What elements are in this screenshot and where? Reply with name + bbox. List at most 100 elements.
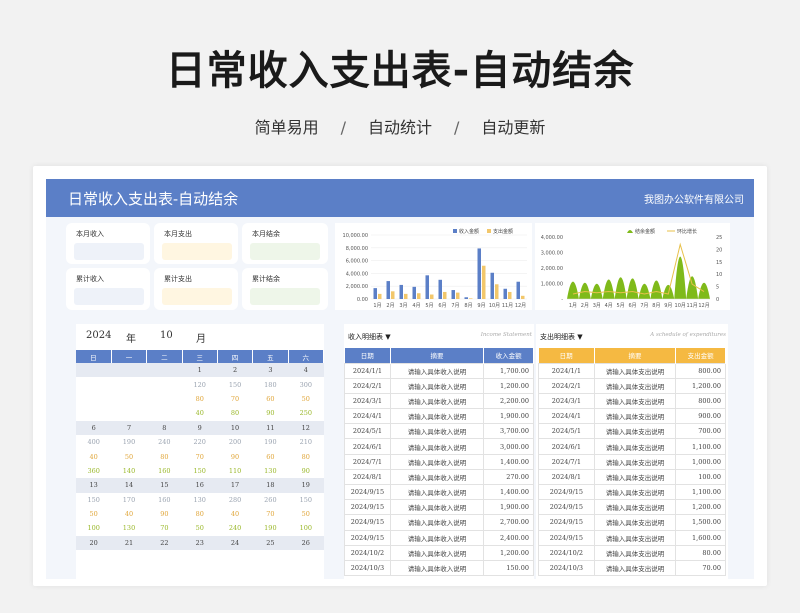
amount-cell[interactable]: 150.00 <box>483 559 534 577</box>
date-cell[interactable]: 2024/9/15 <box>538 529 595 546</box>
date-cell[interactable]: 2024/7/1 <box>344 453 391 470</box>
amount-cell[interactable]: 800.00 <box>675 362 726 379</box>
summary-cell[interactable]: 请输入具体收入说明 <box>389 559 485 577</box>
table-row[interactable]: 2024/8/1 请输入具体收入说明 270.00 <box>344 468 534 486</box>
table-row[interactable]: 2024/6/1 请输入具体收入说明 3,000.00 <box>344 438 534 455</box>
date-cell[interactable]: 2024/7/1 <box>538 453 595 470</box>
table-row[interactable]: 2024/4/1 请输入具体收入说明 1,900.00 <box>344 408 534 425</box>
summary-cell[interactable]: 请输入具体支出说明 <box>593 529 677 546</box>
date-cell[interactable]: 2024/10/2 <box>538 544 595 561</box>
summary-cell[interactable]: 请输入具体收入说明 <box>389 499 485 516</box>
table-row[interactable]: 2024/10/3 请输入具体支出说明 70.00 <box>538 559 726 577</box>
table-row[interactable]: 2024/9/15 请输入具体收入说明 1,900.00 <box>344 499 534 516</box>
calendar-day-cell[interactable]: 12 <box>288 420 324 435</box>
summary-cell[interactable]: 请输入具体收入说明 <box>389 438 485 455</box>
table-row[interactable]: 2024/5/1 请输入具体收入说明 3,700.00 <box>344 423 534 440</box>
date-cell[interactable]: 2024/5/1 <box>538 423 595 440</box>
amount-cell[interactable]: 2,400.00 <box>483 529 534 546</box>
summary-cell[interactable]: 请输入具体收入说明 <box>389 483 485 501</box>
calendar-day-cell[interactable]: 19 <box>288 478 324 493</box>
table-row[interactable]: 2024/10/3 请输入具体收入说明 150.00 <box>344 559 534 577</box>
calendar-day-cell[interactable]: 6 <box>76 420 112 435</box>
calendar-year[interactable]: 2024 <box>86 330 111 341</box>
date-cell[interactable]: 2024/8/1 <box>344 468 391 486</box>
summary-cell[interactable]: 请输入具体支出说明 <box>593 362 677 379</box>
table-row[interactable]: 2024/5/1 请输入具体支出说明 700.00 <box>538 423 726 440</box>
table-row[interactable]: 2024/6/1 请输入具体支出说明 1,100.00 <box>538 438 726 455</box>
date-cell[interactable]: 2024/8/1 <box>538 468 595 486</box>
card-month-expense[interactable]: 本月支出 <box>154 223 238 264</box>
calendar-day-cell[interactable] <box>146 363 183 378</box>
calendar-day-cell[interactable]: 17 <box>217 478 253 493</box>
summary-cell[interactable]: 请输入具体收入说明 <box>389 453 485 470</box>
table-row[interactable]: 2024/7/1 请输入具体支出说明 1,000.00 <box>538 453 726 470</box>
calendar-day-cell[interactable]: 2 <box>217 363 253 378</box>
summary-cell[interactable]: 请输入具体收入说明 <box>389 408 485 425</box>
table-row[interactable]: 2024/9/15 请输入具体支出说明 1,500.00 <box>538 514 726 531</box>
calendar-day-cell[interactable]: 15 <box>146 478 183 493</box>
date-cell[interactable]: 2024/9/15 <box>538 483 595 501</box>
summary-cell[interactable]: 请输入具体支出说明 <box>593 514 677 531</box>
card-total-expense[interactable]: 累计支出 <box>154 268 238 310</box>
table-row[interactable]: 2024/3/1 请输入具体收入说明 2,200.00 <box>344 392 534 410</box>
calendar-day-cell[interactable]: 22 <box>146 535 183 551</box>
amount-cell[interactable]: 1,200.00 <box>675 377 726 394</box>
date-cell[interactable]: 2024/10/2 <box>344 544 391 561</box>
amount-cell[interactable]: 700.00 <box>675 423 726 440</box>
calendar-day-cell[interactable]: 9 <box>182 420 218 435</box>
amount-cell[interactable]: 1,100.00 <box>675 438 726 455</box>
calendar-day-cell[interactable]: 13 <box>76 478 112 493</box>
summary-cell[interactable]: 请输入具体收入说明 <box>389 392 485 410</box>
table-row[interactable]: 2024/4/1 请输入具体支出说明 900.00 <box>538 408 726 425</box>
amount-cell[interactable]: 1,000.00 <box>675 453 726 470</box>
amount-cell[interactable]: 1,500.00 <box>675 514 726 531</box>
amount-cell[interactable]: 1,200.00 <box>675 499 726 516</box>
table-row[interactable]: 2024/9/15 请输入具体收入说明 1,400.00 <box>344 483 534 501</box>
calendar-day-cell[interactable]: 25 <box>252 535 289 551</box>
summary-cell[interactable]: 请输入具体支出说明 <box>593 423 677 440</box>
calendar-day-cell[interactable]: 26 <box>288 535 324 551</box>
column-header[interactable]: 摘要 <box>390 348 485 363</box>
table-row[interactable]: 2024/9/15 请输入具体支出说明 1,100.00 <box>538 483 726 501</box>
summary-cell[interactable]: 请输入具体收入说明 <box>389 544 485 561</box>
amount-cell[interactable]: 1,900.00 <box>483 499 534 516</box>
date-cell[interactable]: 2024/2/1 <box>344 377 391 394</box>
table-row[interactable]: 2024/9/15 请输入具体支出说明 1,200.00 <box>538 499 726 516</box>
calendar-day-cell[interactable]: 18 <box>252 478 289 493</box>
summary-cell[interactable]: 请输入具体收入说明 <box>389 377 485 394</box>
calendar-day-cell[interactable]: 11 <box>252 420 289 435</box>
amount-cell[interactable]: 70.00 <box>675 559 726 577</box>
calendar-day-cell[interactable]: 4 <box>288 363 324 378</box>
summary-cell[interactable]: 请输入具体收入说明 <box>389 362 485 379</box>
date-cell[interactable]: 2024/9/15 <box>538 514 595 531</box>
date-cell[interactable]: 2024/10/3 <box>538 559 595 577</box>
column-header[interactable]: 收入金额 <box>483 348 534 363</box>
table-row[interactable]: 2024/9/15 请输入具体收入说明 2,700.00 <box>344 514 534 531</box>
amount-cell[interactable]: 100.00 <box>675 468 726 486</box>
table-row[interactable]: 2024/9/15 请输入具体支出说明 1,600.00 <box>538 529 726 546</box>
date-cell[interactable]: 2024/9/15 <box>344 514 391 531</box>
date-cell[interactable]: 2024/4/1 <box>538 408 595 425</box>
calendar-day-cell[interactable]: 20 <box>76 535 112 551</box>
summary-cell[interactable]: 请输入具体支出说明 <box>593 544 677 561</box>
summary-cell[interactable]: 请输入具体支出说明 <box>593 559 677 577</box>
summary-cell[interactable]: 请输入具体收入说明 <box>389 468 485 486</box>
summary-cell[interactable]: 请输入具体支出说明 <box>593 468 677 486</box>
amount-cell[interactable]: 2,200.00 <box>483 392 534 410</box>
amount-cell[interactable]: 1,900.00 <box>483 408 534 425</box>
amount-cell[interactable]: 1,400.00 <box>483 483 534 501</box>
income-list-title[interactable]: 收入明细表 ▼ <box>348 332 391 342</box>
amount-cell[interactable]: 80.00 <box>675 544 726 561</box>
summary-cell[interactable]: 请输入具体收入说明 <box>389 423 485 440</box>
date-cell[interactable]: 2024/3/1 <box>538 392 595 410</box>
expense-list-title[interactable]: 支出明细表 ▼ <box>540 332 583 342</box>
table-row[interactable]: 2024/1/1 请输入具体支出说明 800.00 <box>538 362 726 379</box>
column-header[interactable]: 支出金额 <box>675 348 726 363</box>
amount-cell[interactable]: 1,700.00 <box>483 362 534 379</box>
date-cell[interactable]: 2024/4/1 <box>344 408 391 425</box>
amount-cell[interactable]: 2,700.00 <box>483 514 534 531</box>
table-row[interactable]: 2024/10/2 请输入具体收入说明 1,200.00 <box>344 544 534 561</box>
amount-cell[interactable]: 1,100.00 <box>675 483 726 501</box>
card-total-balance[interactable]: 累计结余 <box>242 268 328 310</box>
calendar-day-cell[interactable]: 14 <box>111 478 147 493</box>
